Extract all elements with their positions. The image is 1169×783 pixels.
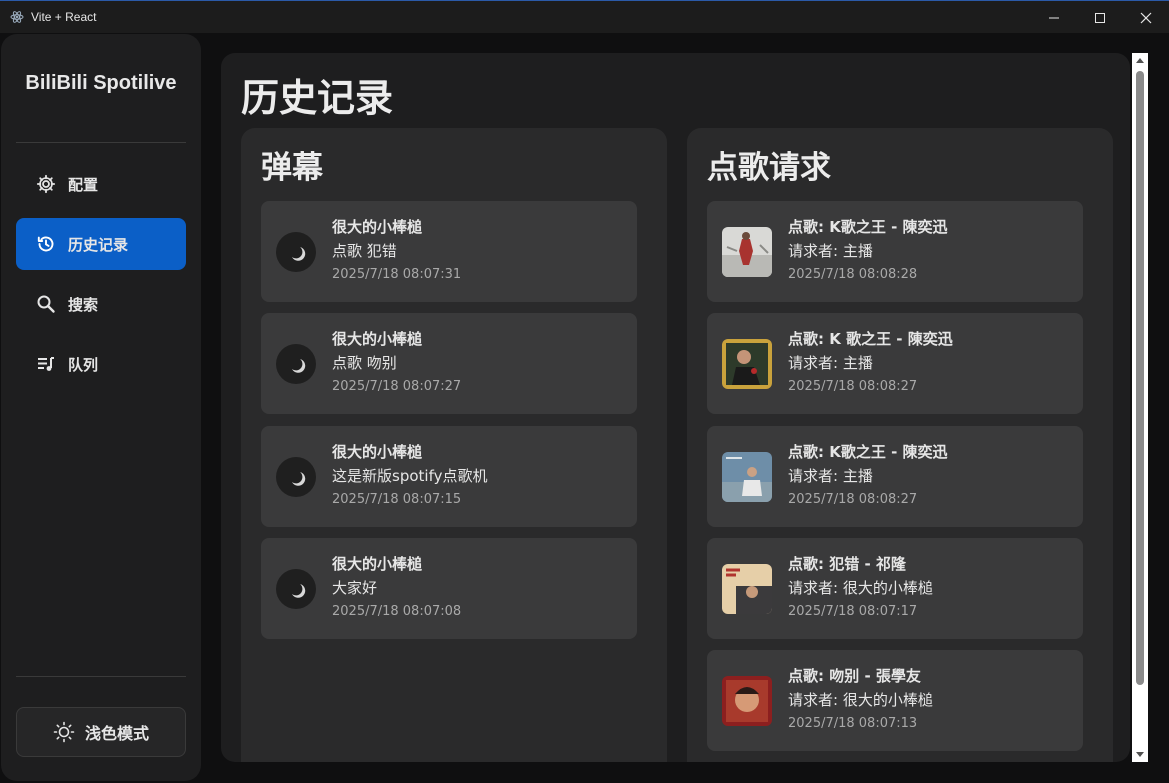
danmaku-message: 点歌 吻别	[332, 354, 397, 372]
window-titlebar: Vite + React	[0, 0, 1169, 33]
vertical-scrollbar[interactable]	[1132, 53, 1148, 762]
sidebar-item-queue[interactable]: 队列	[16, 338, 186, 390]
react-logo-icon	[10, 10, 24, 24]
album-cover	[722, 339, 772, 389]
song-title: 点歌: K 歌之王 - 陳奕迅	[788, 330, 953, 348]
danmaku-user: 很大的小棒槌	[332, 443, 423, 461]
song-request-item: 点歌: K 歌之王 - 陳奕迅 请求者: 主播 2025/7/18 08:08:…	[707, 313, 1083, 414]
album-cover	[722, 676, 772, 726]
minimize-button[interactable]	[1031, 1, 1077, 34]
song-requests-panel: 点歌请求 点歌: K歌之王 - 陳奕迅 请求者: 主播 2025/7/18 08…	[687, 128, 1113, 762]
song-request-item: 点歌: 犯错 - 祁隆 请求者: 很大的小棒槌 2025/7/18 08:07:…	[707, 538, 1083, 639]
song-request-item: 点歌: 吻别 - 張學友 请求者: 很大的小棒槌 2025/7/18 08:07…	[707, 650, 1083, 751]
app-brand: BiliBili Spotilive	[25, 72, 177, 94]
user-avatar	[276, 569, 316, 609]
song-requests-title: 点歌请求	[707, 150, 831, 186]
user-avatar	[276, 457, 316, 497]
sun-icon	[53, 721, 75, 743]
request-time: 2025/7/18 08:07:13	[788, 716, 918, 731]
song-title: 点歌: K歌之王 - 陳奕迅	[788, 443, 948, 461]
danmaku-user: 很大的小棒槌	[332, 218, 423, 236]
danmaku-message: 这是新版spotify点歌机	[332, 467, 488, 485]
requester: 请求者: 主播	[788, 242, 873, 260]
close-icon	[1140, 12, 1152, 23]
close-button[interactable]	[1123, 1, 1169, 34]
scrollbar-thumb[interactable]	[1136, 71, 1144, 685]
scroll-up-arrow-icon[interactable]	[1132, 53, 1148, 67]
danmaku-title: 弹幕	[261, 150, 323, 186]
album-cover	[722, 227, 772, 277]
danmaku-time: 2025/7/18 08:07:15	[332, 492, 462, 507]
danmaku-time: 2025/7/18 08:07:27	[332, 379, 462, 394]
request-time: 2025/7/18 08:08:27	[788, 379, 918, 394]
window-title: Vite + React	[31, 10, 97, 24]
user-avatar	[276, 344, 316, 384]
main-content: 历史记录 弹幕 很大的小棒槌 点歌 犯错 2025/7/18 08:07:31 …	[221, 53, 1130, 762]
sidebar-divider	[16, 676, 186, 677]
requester: 请求者: 主播	[788, 354, 873, 372]
sidebar: BiliBili Spotilive 配置 历史记录 搜索 队列 浅色模式	[1, 34, 201, 781]
minimize-icon	[1049, 17, 1059, 18]
requester: 请求者: 很大的小棒槌	[788, 579, 933, 597]
light-mode-button[interactable]: 浅色模式	[16, 707, 186, 757]
danmaku-time: 2025/7/18 08:07:08	[332, 604, 462, 619]
queue-icon	[36, 354, 56, 374]
user-avatar	[276, 232, 316, 272]
sidebar-item-label: 队列	[68, 355, 99, 374]
sidebar-item-history[interactable]: 历史记录	[16, 218, 186, 270]
sidebar-item-label: 历史记录	[68, 235, 129, 254]
requester: 请求者: 主播	[788, 467, 873, 485]
album-cover	[722, 564, 772, 614]
danmaku-user: 很大的小棒槌	[332, 555, 423, 573]
sidebar-item-label: 配置	[68, 175, 99, 194]
song-title: 点歌: K歌之王 - 陳奕迅	[788, 218, 948, 236]
requester: 请求者: 很大的小棒槌	[788, 691, 933, 709]
scroll-down-arrow-icon[interactable]	[1132, 748, 1148, 762]
gear-icon	[36, 174, 56, 194]
danmaku-time: 2025/7/18 08:07:31	[332, 267, 462, 282]
danmaku-item: 很大的小棒槌 点歌 吻别 2025/7/18 08:07:27	[261, 313, 637, 414]
danmaku-item: 很大的小棒槌 大家好 2025/7/18 08:07:08	[261, 538, 637, 639]
danmaku-message: 点歌 犯错	[332, 242, 397, 260]
song-title: 点歌: 犯错 - 祁隆	[788, 555, 906, 573]
request-time: 2025/7/18 08:07:17	[788, 604, 918, 619]
sidebar-item-config[interactable]: 配置	[16, 158, 186, 210]
danmaku-user: 很大的小棒槌	[332, 330, 423, 348]
song-request-item: 点歌: K歌之王 - 陳奕迅 请求者: 主播 2025/7/18 08:08:2…	[707, 201, 1083, 302]
light-mode-label: 浅色模式	[84, 724, 149, 743]
search-icon	[36, 294, 56, 314]
song-title: 点歌: 吻别 - 張學友	[788, 667, 921, 685]
maximize-button[interactable]	[1077, 1, 1123, 34]
danmaku-item: 很大的小棒槌 这是新版spotify点歌机 2025/7/18 08:07:15	[261, 426, 637, 527]
danmaku-item: 很大的小棒槌 点歌 犯错 2025/7/18 08:07:31	[261, 201, 637, 302]
album-cover	[722, 452, 772, 502]
danmaku-message: 大家好	[332, 579, 378, 597]
danmaku-panel: 弹幕 很大的小棒槌 点歌 犯错 2025/7/18 08:07:31 很大的小棒…	[241, 128, 667, 762]
sidebar-item-search[interactable]: 搜索	[16, 278, 186, 330]
song-request-item: 点歌: K歌之王 - 陳奕迅 请求者: 主播 2025/7/18 08:08:2…	[707, 426, 1083, 527]
sidebar-divider	[16, 142, 186, 143]
history-icon	[36, 234, 56, 254]
sidebar-item-label: 搜索	[68, 295, 99, 314]
page-title: 历史记录	[241, 76, 394, 120]
request-time: 2025/7/18 08:08:28	[788, 267, 918, 282]
maximize-icon	[1095, 12, 1105, 23]
request-time: 2025/7/18 08:08:27	[788, 492, 918, 507]
